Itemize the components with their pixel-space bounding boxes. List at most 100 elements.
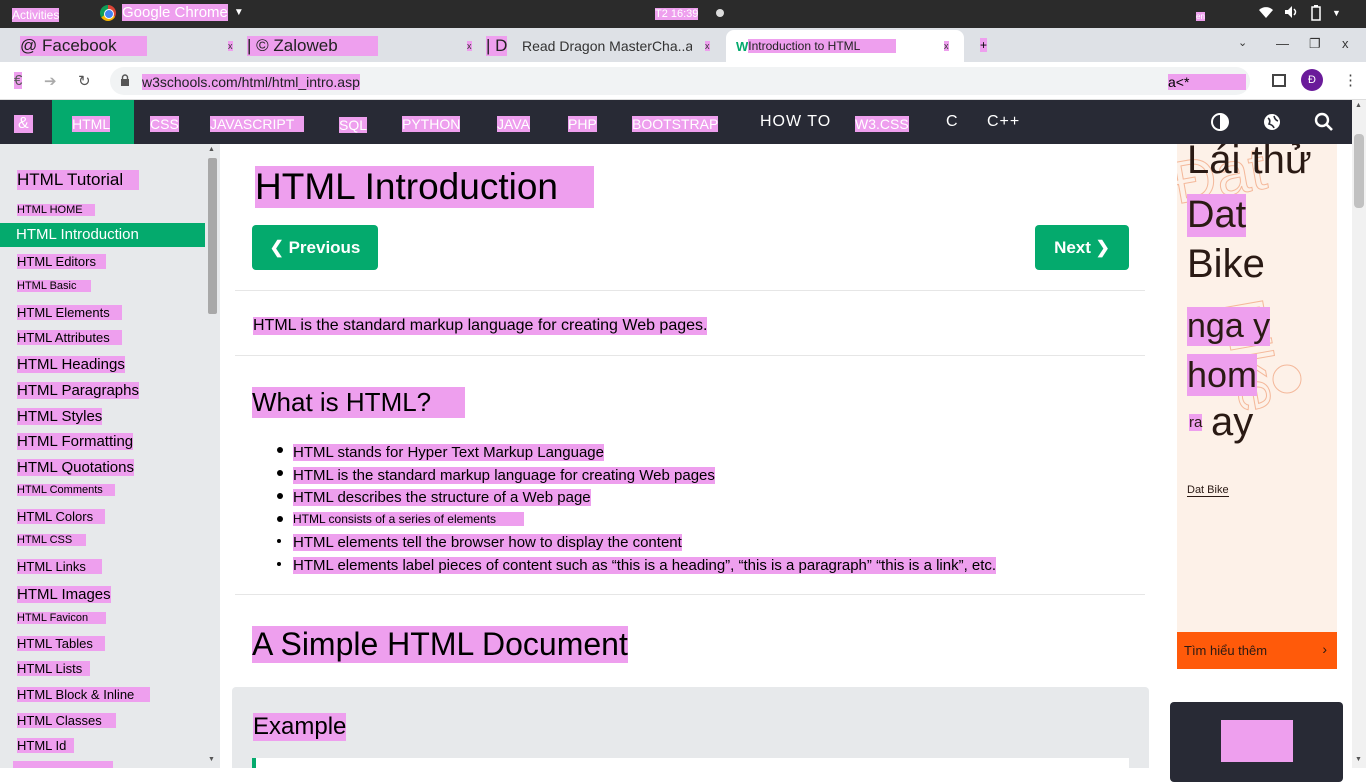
restore-button[interactable]: ❐ xyxy=(1309,36,1321,52)
sidebar-item-html-links[interactable]: HTML Links xyxy=(17,559,102,574)
extensions-area[interactable]: a<* xyxy=(1168,74,1246,90)
sidebar-item-html-basic[interactable]: HTML Basic xyxy=(17,280,91,292)
system-top-bar: Activities Google Chrome ▼ T2 16:39 en ▼ xyxy=(0,0,1366,28)
ad-banner[interactable]: Đạt Bike Lái thử Dat Bike nga y hom ra a… xyxy=(1177,144,1337,632)
sidebar-item-html-tables[interactable]: HTML Tables xyxy=(17,636,105,651)
sidebar-item-html-images[interactable]: HTML Images xyxy=(17,586,111,603)
close-icon[interactable]: x xyxy=(228,41,233,51)
sidebar-item-html-introduction[interactable]: HTML Introduction xyxy=(0,223,205,247)
sidebar-item-html-css[interactable]: HTML CSS xyxy=(17,534,87,546)
w3-logo[interactable]: & xyxy=(14,115,33,133)
profile-avatar[interactable]: Đ xyxy=(1301,69,1323,91)
sidebar-item-html-styles[interactable]: HTML Styles xyxy=(17,408,103,425)
bullet-icon xyxy=(277,562,281,566)
reload-button[interactable]: ↻ xyxy=(78,72,91,90)
app-menu[interactable]: Google Chrome ▼ xyxy=(100,4,244,21)
example-label: Example xyxy=(253,713,347,741)
nav-java[interactable]: JAVA xyxy=(497,116,530,132)
previous-button[interactable]: ❮ Previous xyxy=(252,225,378,270)
close-icon[interactable]: x xyxy=(944,41,949,51)
sidebar-item-html-classes[interactable]: HTML Classes xyxy=(17,713,116,728)
scroll-down-arrow-icon[interactable]: ▼ xyxy=(208,756,215,763)
sidebar-item-html-colors[interactable]: HTML Colors xyxy=(17,509,106,524)
url-text[interactable]: w3schools.com/html/html_intro.asp xyxy=(142,74,360,90)
tab-d[interactable]: | D xyxy=(486,30,516,62)
sidebar-item-html-comments[interactable]: HTML Comments xyxy=(17,484,115,496)
tab-intro-html[interactable]: W Introduction to HTML x xyxy=(726,30,964,62)
tab-facebook[interactable]: @ Facebook x xyxy=(20,30,240,62)
activities-button[interactable]: Activities xyxy=(12,8,60,22)
ad-brand[interactable]: Dat Bike xyxy=(1187,484,1229,497)
search-icon[interactable] xyxy=(1314,112,1334,132)
nav-cpp[interactable]: C++ xyxy=(987,113,1020,131)
list-item: HTML elements tell the browser how to di… xyxy=(293,534,682,551)
page-scrollbar[interactable]: ▲ ▼ xyxy=(1352,100,1366,768)
tab-title: | D xyxy=(486,36,508,56)
close-window-button[interactable]: x xyxy=(1342,36,1349,51)
tab-zaloweb[interactable]: | © Zaloweb x xyxy=(247,30,477,62)
ad-secondary[interactable] xyxy=(1170,702,1343,782)
clock[interactable]: T2 16:39 xyxy=(655,8,699,20)
nav-python[interactable]: PYTHON xyxy=(402,116,461,132)
page-scroll-thumb[interactable] xyxy=(1354,134,1364,208)
nav-c[interactable]: C xyxy=(946,113,959,131)
sidebar-scroll-thumb[interactable] xyxy=(208,158,217,314)
scroll-up-arrow-icon[interactable]: ▲ xyxy=(1355,102,1362,109)
sidebar-item-html-quotations[interactable]: HTML Quotations xyxy=(17,459,134,476)
wifi-icon xyxy=(1258,5,1274,24)
tab-title: Read Dragon MasterCha..ap xyxy=(522,38,692,54)
main-content: HTML Introduction ❮ Previous Next ❯ HTML… xyxy=(220,144,1160,768)
ad-cta-label: Tìm hiểu thêm xyxy=(1184,643,1268,658)
bullet-icon xyxy=(277,493,283,499)
new-tab-button[interactable]: + xyxy=(980,38,988,52)
sidebar-item-html-paragraphs[interactable]: HTML Paragraphs xyxy=(17,382,139,399)
sidebar-item-html-lists[interactable]: HTML Lists xyxy=(17,661,91,676)
sidebar-item-html-headings[interactable]: HTML Headings xyxy=(17,356,125,373)
contrast-icon[interactable] xyxy=(1210,112,1230,132)
minimize-button[interactable]: — xyxy=(1276,36,1289,51)
side-panel-icon[interactable] xyxy=(1272,74,1286,87)
bullet-icon xyxy=(277,539,281,543)
nav-css[interactable]: CSS xyxy=(150,116,179,132)
bullet-icon xyxy=(277,516,283,522)
globe-icon[interactable] xyxy=(1262,112,1282,132)
scroll-up-arrow-icon[interactable]: ▲ xyxy=(208,146,215,153)
nav-w3css[interactable]: W3.CSS xyxy=(855,116,909,132)
nav-javascript[interactable]: JAVASCRIPT xyxy=(210,116,305,132)
sidebar-item-html-formatting[interactable]: HTML Formatting xyxy=(17,433,134,450)
sidebar-item-html-elements[interactable]: HTML Elements xyxy=(17,305,122,320)
input-language[interactable]: en xyxy=(1196,12,1205,21)
ad-headline-line: Lái thử xyxy=(1187,144,1312,182)
intro-paragraph: HTML is the standard markup language for… xyxy=(253,317,708,335)
nav-html[interactable]: HTML xyxy=(72,116,111,132)
scroll-down-arrow-icon[interactable]: ▼ xyxy=(1355,756,1362,763)
sidebar-item-html-block-inline[interactable]: HTML Block & Inline xyxy=(17,687,151,702)
chevron-right-icon: › xyxy=(1322,641,1327,657)
system-tray[interactable]: ▼ xyxy=(1258,5,1341,24)
sidebar-item-html-attributes[interactable]: HTML Attributes xyxy=(17,330,122,345)
close-icon[interactable]: x xyxy=(705,41,710,51)
sidebar-item-html-home[interactable]: HTML HOME xyxy=(17,204,95,216)
w3-top-nav: & HTML CSS JAVASCRIPT SQL PYTHON JAVA PH… xyxy=(0,100,1352,144)
code-block[interactable] xyxy=(252,758,1129,768)
close-icon[interactable]: x xyxy=(467,41,472,51)
tab-search-icon[interactable]: ⌄ xyxy=(1238,36,1247,49)
sidebar-item-html-editors[interactable]: HTML Editors xyxy=(17,254,106,269)
sidebar-item-next-partial[interactable] xyxy=(13,761,113,768)
nav-bootstrap[interactable]: BOOTSTRAP xyxy=(632,116,719,132)
tab-dragon[interactable]: Read Dragon MasterCha..ap x xyxy=(522,30,717,62)
nav-sql[interactable]: SQL xyxy=(339,117,368,133)
address-bar: € ➔ ↻ w3schools.com/html/html_intro.asp … xyxy=(0,62,1366,100)
nav-how-to[interactable]: HOW TO xyxy=(760,113,831,131)
next-button[interactable]: Next ❯ xyxy=(1035,225,1129,270)
forward-button[interactable]: ➔ xyxy=(44,72,57,90)
menu-icon[interactable]: ⋮ xyxy=(1343,71,1358,89)
bullet-icon xyxy=(277,447,283,453)
app-name: Google Chrome xyxy=(122,4,228,21)
ad-cta-button[interactable]: Tìm hiểu thêm › xyxy=(1177,632,1337,669)
sidebar-item-html-id[interactable]: HTML Id xyxy=(17,738,75,753)
sidebar-item-html-favicon[interactable]: HTML Favicon xyxy=(17,612,107,624)
nav-php[interactable]: PHP xyxy=(568,116,597,132)
lock-icon[interactable] xyxy=(120,74,130,86)
back-button[interactable]: € xyxy=(14,72,23,89)
